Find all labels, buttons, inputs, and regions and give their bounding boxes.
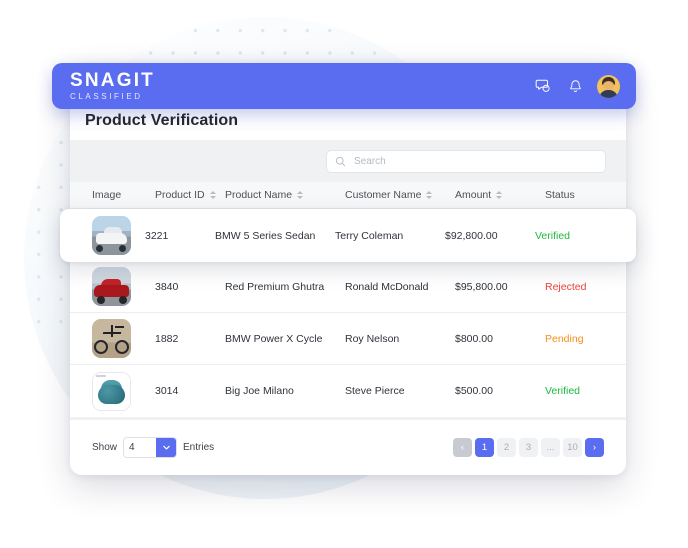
search-input[interactable] bbox=[352, 155, 597, 168]
red-car-photo bbox=[92, 267, 131, 306]
sort-arrows-icon[interactable] bbox=[426, 191, 433, 199]
column-label: Product Name bbox=[225, 189, 293, 201]
pagination: ‹ 1 2 3 ... 10 › bbox=[453, 438, 604, 457]
column-header-amount[interactable]: Amount bbox=[455, 189, 545, 201]
row-image-cell bbox=[70, 371, 155, 411]
pagination-ellipsis: ... bbox=[541, 438, 560, 457]
row-product-id: 1882 bbox=[155, 332, 179, 345]
entries-per-page-select[interactable]: 4 bbox=[123, 437, 178, 458]
header-actions bbox=[533, 74, 620, 98]
row-product-name: BMW 5 Series Sedan bbox=[215, 229, 316, 242]
app-header-bar: SNAGIT CLASSIFIED bbox=[52, 63, 636, 109]
brand-name: SNAGIT bbox=[70, 70, 155, 91]
bicycles-photo bbox=[92, 319, 131, 358]
show-entries-control: Show 4 Entries bbox=[92, 437, 214, 458]
column-label: Customer Name bbox=[345, 189, 422, 201]
pagination-page-10[interactable]: 10 bbox=[563, 438, 582, 457]
row-amount: $92,800.00 bbox=[445, 229, 498, 242]
column-label: Amount bbox=[455, 189, 492, 201]
row-amount: $95,800.00 bbox=[455, 280, 508, 293]
column-label: Status bbox=[545, 189, 575, 201]
bell-icon[interactable] bbox=[565, 76, 585, 96]
column-label: Product ID bbox=[155, 189, 205, 201]
show-label: Show bbox=[92, 442, 118, 453]
pagination-next-button[interactable]: › bbox=[585, 438, 604, 457]
user-avatar[interactable] bbox=[597, 74, 620, 98]
search-box[interactable] bbox=[326, 150, 606, 173]
row-customer-name: Steve Pierce bbox=[345, 385, 405, 397]
status-badge: Rejected bbox=[545, 280, 587, 293]
row-product-id: 3840 bbox=[155, 280, 179, 293]
table-row[interactable]: 3014 Big Joe Milano Steve Pierce $500.00… bbox=[70, 365, 626, 417]
pagination-page-2[interactable]: 2 bbox=[497, 438, 516, 457]
row-image-cell bbox=[70, 267, 155, 306]
chevron-down-icon[interactable] bbox=[156, 438, 177, 457]
column-header-status: Status bbox=[545, 189, 626, 201]
table-header-row: Image Product ID Product Name Customer N… bbox=[70, 182, 626, 209]
column-header-product-name[interactable]: Product Name bbox=[225, 189, 345, 201]
page-title: Product Verification bbox=[85, 112, 239, 129]
table-footer: Show 4 Entries ‹ 1 2 3 ... 10 › bbox=[70, 420, 626, 475]
column-label: Image bbox=[92, 189, 122, 201]
chat-bubbles-icon[interactable] bbox=[533, 76, 553, 96]
table-row[interactable]: 1882 BMW Power X Cycle Roy Nelson $800.0… bbox=[70, 313, 626, 365]
status-badge: Verified bbox=[545, 385, 581, 397]
row-amount: $500.00 bbox=[455, 385, 493, 397]
status-badge: Verified bbox=[535, 229, 571, 242]
bean-bag-chair-photo bbox=[92, 371, 131, 411]
row-product-name: Red Premium Ghutra bbox=[225, 280, 325, 293]
pagination-page-3[interactable]: 3 bbox=[519, 438, 538, 457]
table-row[interactable]: 3221 BMW 5 Series Sedan Terry Coleman $9… bbox=[60, 209, 636, 262]
row-customer-name: Terry Coleman bbox=[335, 229, 404, 242]
row-product-name: BMW Power X Cycle bbox=[225, 332, 323, 345]
entries-value: 4 bbox=[124, 438, 157, 457]
row-product-id: 3014 bbox=[155, 385, 179, 397]
entries-label: Entries bbox=[183, 442, 215, 453]
white-sedan-photo bbox=[92, 216, 131, 255]
status-badge: Pending bbox=[545, 332, 584, 345]
column-header-product-id[interactable]: Product ID bbox=[155, 189, 225, 201]
sort-arrows-icon[interactable] bbox=[297, 191, 304, 199]
brand-logo: SNAGIT CLASSIFIED bbox=[70, 71, 155, 101]
screenshot-stage: SNAGIT CLASSIFIED Product Verification S… bbox=[0, 0, 688, 548]
row-amount: $800.00 bbox=[455, 332, 493, 345]
sort-arrows-icon[interactable] bbox=[209, 191, 216, 199]
row-image-cell bbox=[60, 216, 145, 255]
products-table: Image Product ID Product Name Customer N… bbox=[60, 182, 636, 417]
column-header-image: Image bbox=[70, 189, 155, 201]
row-product-name: Big Joe Milano bbox=[225, 385, 294, 397]
row-image-cell bbox=[70, 319, 155, 358]
avatar-body bbox=[599, 89, 618, 98]
row-customer-name: Roy Nelson bbox=[345, 332, 400, 345]
pagination-prev-button[interactable]: ‹ bbox=[453, 438, 472, 457]
pagination-page-1[interactable]: 1 bbox=[475, 438, 494, 457]
row-product-id: 3221 bbox=[145, 229, 169, 242]
avatar-face bbox=[603, 80, 614, 90]
brand-subtitle: CLASSIFIED bbox=[70, 92, 143, 101]
sort-arrows-icon[interactable] bbox=[496, 191, 503, 199]
row-customer-name: Ronald McDonald bbox=[345, 280, 429, 293]
column-header-customer-name[interactable]: Customer Name bbox=[345, 189, 455, 201]
search-icon bbox=[335, 156, 346, 167]
table-row[interactable]: 3840 Red Premium Ghutra Ronald McDonald … bbox=[70, 261, 626, 313]
